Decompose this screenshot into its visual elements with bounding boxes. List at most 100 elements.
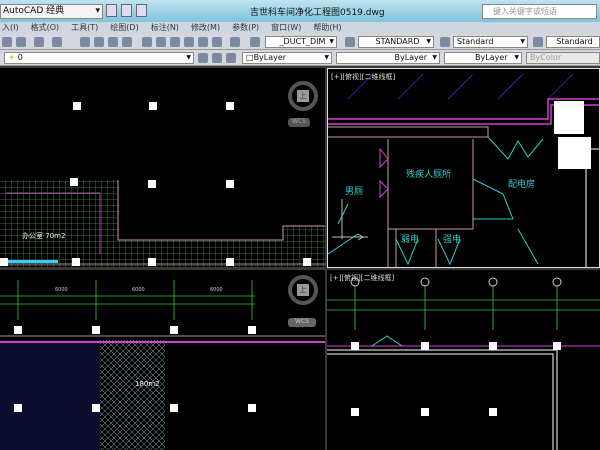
menu-dimension[interactable]: 标注(N) <box>149 22 189 34</box>
color-value: ByLayer <box>253 53 287 62</box>
column-marker <box>14 404 22 412</box>
viewcube-top-face[interactable]: 上 <box>297 284 309 296</box>
viewcube[interactable]: 上 <box>288 81 318 111</box>
layer-dropdown[interactable]: ☀ 0 ▼ <box>4 52 194 64</box>
multileader-style-icon[interactable] <box>533 37 543 47</box>
viewport-label[interactable]: [+][俯视][二维线框] <box>331 72 395 82</box>
column-marker <box>421 408 429 416</box>
properties-icon[interactable] <box>142 37 152 47</box>
menu-modify[interactable]: 修改(M) <box>189 22 230 34</box>
room-label: 残疾人厕所 <box>406 170 452 180</box>
layer-states-icon[interactable] <box>226 53 236 63</box>
viewcube-top-face[interactable]: 上 <box>297 90 309 102</box>
menu-parametric[interactable]: 参数(P) <box>230 22 269 34</box>
redo-icon[interactable] <box>52 37 62 47</box>
plot-icon[interactable] <box>106 4 117 17</box>
room-label: 强电 <box>443 235 462 245</box>
column-marker <box>0 258 8 266</box>
wcs-menu[interactable]: WCS <box>288 118 310 127</box>
menu-format[interactable]: 格式(O) <box>29 22 70 34</box>
layer-previous-icon[interactable] <box>212 53 222 63</box>
column-marker <box>248 404 256 412</box>
menu-bar: 入(I) 格式(O) 工具(T) 绘图(D) 标注(N) 修改(M) 参数(P)… <box>0 22 600 34</box>
menu-tools[interactable]: 工具(T) <box>69 22 108 34</box>
drawing-bottom-right <box>327 277 600 450</box>
lineweight-dropdown[interactable]: ByLayer ▼ <box>444 52 522 64</box>
lineweight-value: ByLayer <box>475 53 508 62</box>
multileader-style-dropdown[interactable]: Standard <box>546 36 600 48</box>
sheet-set-icon[interactable] <box>184 37 194 47</box>
column-marker <box>248 326 256 334</box>
plot-style-dropdown: ByColor <box>526 52 600 64</box>
layers-toolbar: ☀ 0 ▼ □ByLayer ▼ ByLayer ▼ ByLayer ▼ ByColor <box>0 50 600 66</box>
table-style-value: Standard <box>457 37 494 46</box>
linetype-value: ByLayer <box>394 53 427 62</box>
workspace-dropdown[interactable]: AutoCAD 经典 ▾ <box>0 4 103 19</box>
table-style-dropdown[interactable]: Standard ▼ <box>453 36 528 48</box>
design-center-icon[interactable] <box>156 37 166 47</box>
chevron-down-icon: ▾ <box>95 6 100 16</box>
column-marker <box>149 102 157 110</box>
dim-style-value: _DUCT_DIM <box>279 37 326 46</box>
menu-help[interactable]: 帮助(H) <box>311 22 351 34</box>
chevron-down-icon: ▼ <box>324 54 329 61</box>
column-marker <box>351 408 359 416</box>
save-as-icon[interactable] <box>136 4 147 17</box>
undo-icon[interactable] <box>34 37 44 47</box>
column-marker <box>226 102 234 110</box>
room-label: 配电房 <box>508 180 536 190</box>
dimension-text: 6000 <box>132 287 145 293</box>
pan-icon[interactable] <box>80 37 90 47</box>
viewport-bottom-right[interactable]: [+][俯视][二维线框] <box>327 270 600 450</box>
zoom-realtime-icon[interactable] <box>94 37 104 47</box>
column-marker <box>73 102 81 110</box>
help-icon[interactable] <box>230 37 240 47</box>
table-style-icon[interactable] <box>440 37 450 47</box>
tool-palette-icon[interactable] <box>170 37 180 47</box>
area-label: 180m2 <box>135 380 160 388</box>
chevron-down-icon: ▼ <box>514 54 519 61</box>
wcs-menu[interactable]: WCS <box>288 318 316 327</box>
dim-style-dropdown[interactable]: _DUCT_DIM ▼ <box>265 36 337 48</box>
column-marker <box>170 404 178 412</box>
text-style-dropdown[interactable]: STANDARD ▼ <box>358 36 434 48</box>
lightbulb-icon: ☀ <box>8 53 18 62</box>
menu-window[interactable]: 窗口(W) <box>269 22 311 34</box>
text-style-value: STANDARD <box>375 37 420 46</box>
column-marker <box>148 258 156 266</box>
viewport-top-left[interactable]: 办公室 70m2 上 WCS <box>0 68 325 267</box>
viewport-top-right[interactable]: [+][俯视][二维线框] 男厕 残疾人厕所 配电房 弱电 强电 <box>327 68 600 268</box>
column-marker <box>92 326 100 334</box>
save-icon[interactable] <box>121 4 132 17</box>
color-swatch-icon: □ <box>246 53 254 62</box>
linetype-dropdown[interactable]: ByLayer ▼ <box>336 52 440 64</box>
window-title: 吉世科车间净化工程图0519.dwg <box>250 8 385 18</box>
column-marker <box>170 326 178 334</box>
block-icon[interactable] <box>16 37 26 47</box>
make-current-layer-icon[interactable] <box>198 53 208 63</box>
color-dropdown[interactable]: □ByLayer ▼ <box>242 52 332 64</box>
text-style-icon[interactable] <box>250 37 260 47</box>
zoom-previous-icon[interactable] <box>122 37 132 47</box>
match-icon[interactable] <box>2 37 12 47</box>
menu-insert[interactable]: 入(I) <box>0 22 29 34</box>
zoom-window-icon[interactable] <box>108 37 118 47</box>
chevron-down-icon: ▼ <box>426 38 431 45</box>
viewport-label[interactable]: [+][俯视][二维线框] <box>330 273 394 283</box>
column-marker <box>489 408 497 416</box>
column-marker <box>92 404 100 412</box>
column-marker <box>421 342 429 350</box>
viewport-bottom-left[interactable]: 6000 6000 6000 180m2 上 WCS <box>0 270 325 450</box>
room-label: 办公室 70m2 <box>22 232 66 240</box>
dimension-text: 6000 <box>55 287 68 293</box>
chevron-down-icon: ▼ <box>186 54 191 61</box>
chevron-down-icon: ▼ <box>520 38 525 45</box>
markup-icon[interactable] <box>198 37 208 47</box>
dim-style-icon[interactable] <box>345 37 355 47</box>
drawing-bottom-left <box>0 280 325 450</box>
viewcube[interactable]: 上 <box>288 275 318 305</box>
calculator-icon[interactable] <box>212 37 222 47</box>
menu-draw[interactable]: 绘图(D) <box>108 22 148 34</box>
search-input[interactable]: 键入关键字或短语 <box>482 4 597 19</box>
plot-style-value: ByColor <box>530 53 562 62</box>
